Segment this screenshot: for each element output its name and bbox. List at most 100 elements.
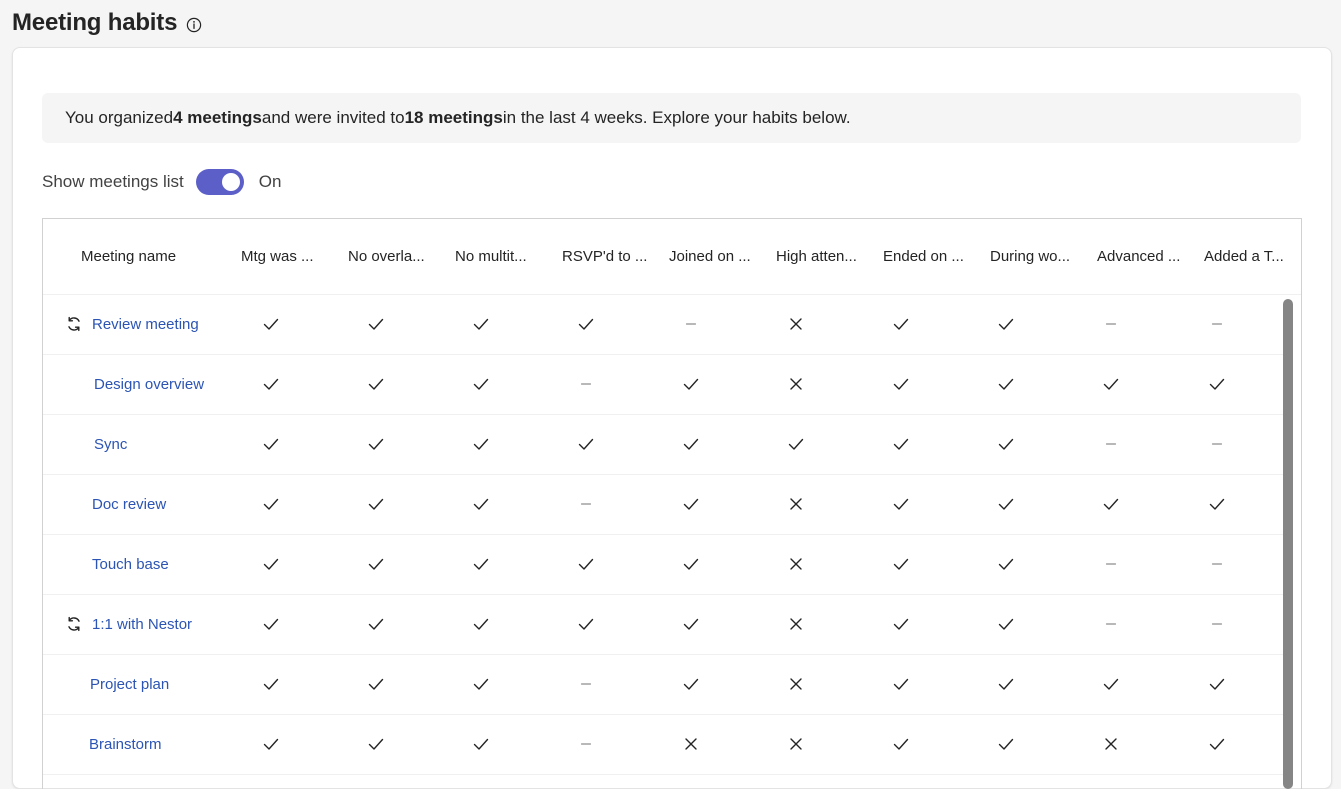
column-header-9[interactable]: Advanced ... bbox=[1097, 248, 1189, 265]
meeting-name-link[interactable]: Design overview bbox=[94, 376, 204, 393]
check-icon bbox=[1096, 354, 1126, 414]
check-icon bbox=[256, 534, 286, 594]
table-row: Review meeting bbox=[43, 294, 1283, 355]
dash-icon bbox=[571, 654, 601, 714]
dash-icon bbox=[1202, 414, 1232, 474]
check-icon bbox=[466, 354, 496, 414]
dash-icon bbox=[571, 354, 601, 414]
check-icon bbox=[361, 414, 391, 474]
page-header: Meeting habits bbox=[12, 6, 202, 40]
cross-icon bbox=[781, 654, 811, 714]
check-icon bbox=[676, 474, 706, 534]
table-row: Doc review bbox=[43, 474, 1283, 535]
organized-count: 4 meetings bbox=[173, 108, 262, 127]
toggle-knob bbox=[221, 173, 240, 191]
column-header-4[interactable]: RSVP'd to ... bbox=[562, 248, 654, 265]
check-icon bbox=[256, 714, 286, 774]
check-icon bbox=[256, 414, 286, 474]
check-icon bbox=[361, 474, 391, 534]
summary-text-3: in the last 4 weeks. Explore your habits… bbox=[502, 108, 851, 127]
check-icon bbox=[991, 594, 1021, 654]
column-header-1[interactable]: Mtg was ... bbox=[241, 248, 333, 265]
cross-icon bbox=[781, 354, 811, 414]
cross-icon bbox=[781, 594, 811, 654]
column-header-7[interactable]: Ended on ... bbox=[883, 248, 975, 265]
check-icon bbox=[991, 654, 1021, 714]
check-icon bbox=[886, 294, 916, 354]
column-header-3[interactable]: No multit... bbox=[455, 248, 547, 265]
dash-icon bbox=[1096, 594, 1126, 654]
check-icon bbox=[886, 474, 916, 534]
column-header-meeting-name[interactable]: Meeting name bbox=[81, 248, 231, 265]
check-icon bbox=[991, 354, 1021, 414]
meeting-name-link[interactable]: Project plan bbox=[90, 676, 169, 693]
check-icon bbox=[361, 534, 391, 594]
meeting-name-link[interactable]: Review meeting bbox=[92, 316, 199, 333]
check-icon bbox=[466, 474, 496, 534]
check-icon bbox=[886, 714, 916, 774]
check-icon bbox=[571, 534, 601, 594]
meeting-name-link[interactable]: Brainstorm bbox=[89, 736, 162, 753]
cross-icon bbox=[781, 714, 811, 774]
check-icon bbox=[991, 534, 1021, 594]
check-icon bbox=[991, 474, 1021, 534]
check-icon bbox=[1202, 654, 1232, 714]
column-header-10[interactable]: Added a T... bbox=[1204, 248, 1296, 265]
recurring-meeting-icon bbox=[65, 615, 83, 633]
dash-icon bbox=[1202, 294, 1232, 354]
check-icon bbox=[676, 354, 706, 414]
page-title: Meeting habits bbox=[12, 9, 178, 36]
dash-icon bbox=[1096, 414, 1126, 474]
check-icon bbox=[1202, 714, 1232, 774]
check-icon bbox=[361, 294, 391, 354]
show-meetings-list-toggle[interactable] bbox=[195, 169, 244, 195]
check-icon bbox=[571, 414, 601, 474]
check-icon bbox=[256, 474, 286, 534]
check-icon bbox=[991, 714, 1021, 774]
recurring-meeting-icon bbox=[65, 315, 83, 333]
check-icon bbox=[1096, 654, 1126, 714]
check-icon bbox=[466, 714, 496, 774]
info-icon[interactable] bbox=[186, 17, 202, 33]
meeting-name-link[interactable]: Sync bbox=[94, 436, 127, 453]
toggle-state: On bbox=[258, 172, 282, 191]
check-icon bbox=[886, 534, 916, 594]
check-icon bbox=[256, 594, 286, 654]
summary-text-1: You organized bbox=[65, 108, 174, 127]
column-header-5[interactable]: Joined on ... bbox=[669, 248, 761, 265]
summary-banner: You organized 4 meetings and were invite… bbox=[42, 93, 1301, 143]
dash-icon bbox=[1202, 534, 1232, 594]
meeting-name-link[interactable]: 1:1 with Nestor bbox=[92, 616, 192, 633]
check-icon bbox=[466, 654, 496, 714]
column-header-6[interactable]: High atten... bbox=[776, 248, 868, 265]
dash-icon bbox=[571, 714, 601, 774]
table-row: Project plan bbox=[43, 654, 1283, 715]
check-icon bbox=[886, 594, 916, 654]
toggle-label: Show meetings list bbox=[42, 172, 184, 191]
meetings-table: Meeting name Mtg was ... No overla... No m… bbox=[42, 218, 1302, 789]
vertical-scrollbar[interactable] bbox=[1283, 299, 1293, 789]
dash-icon bbox=[1202, 594, 1232, 654]
check-icon bbox=[991, 414, 1021, 474]
check-icon bbox=[256, 654, 286, 714]
show-meetings-list-row: Show meetings list On bbox=[42, 169, 281, 195]
meeting-name-cell: 1:1 with Nestor bbox=[65, 594, 192, 654]
check-icon bbox=[676, 654, 706, 714]
check-icon bbox=[1202, 474, 1232, 534]
table-row: Sync bbox=[43, 414, 1283, 475]
check-icon bbox=[361, 594, 391, 654]
table-row: Design overview bbox=[43, 354, 1283, 415]
dash-icon bbox=[676, 294, 706, 354]
column-header-8[interactable]: During wo... bbox=[990, 248, 1082, 265]
column-header-2[interactable]: No overla... bbox=[348, 248, 440, 265]
check-icon bbox=[361, 714, 391, 774]
meeting-name-cell: Doc review bbox=[92, 474, 166, 534]
meeting-name-cell: Brainstorm bbox=[89, 714, 162, 774]
table-row: 1:1 with Nestor bbox=[43, 594, 1283, 655]
check-icon bbox=[361, 654, 391, 714]
meeting-name-link[interactable]: Touch base bbox=[92, 556, 169, 573]
check-icon bbox=[886, 414, 916, 474]
meeting-name-link[interactable]: Doc review bbox=[92, 496, 166, 513]
check-icon bbox=[991, 294, 1021, 354]
check-icon bbox=[466, 414, 496, 474]
